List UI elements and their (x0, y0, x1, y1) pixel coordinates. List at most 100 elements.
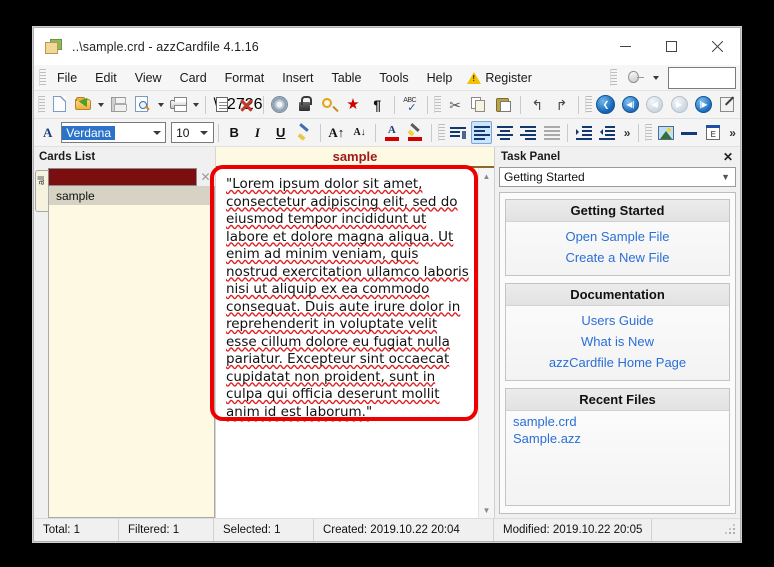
print-dropdown-icon[interactable] (190, 94, 201, 116)
format-painter-icon[interactable] (293, 121, 314, 144)
edit-card-icon[interactable] (717, 93, 739, 116)
link-users-guide[interactable]: Users Guide (506, 310, 729, 331)
find-icon[interactable] (317, 93, 339, 116)
increase-font-size-icon[interactable]: A↑ (326, 121, 347, 144)
maximize-button[interactable] (648, 28, 694, 65)
main-toolbar-grip[interactable] (38, 96, 45, 113)
print-preview-dropdown-icon[interactable] (155, 94, 166, 116)
insert-toolbar-grip[interactable] (645, 124, 653, 141)
task-panel-close-icon[interactable]: ✕ (720, 149, 736, 165)
menu-register[interactable]: Register (461, 68, 541, 88)
align-left-button[interactable] (471, 121, 493, 144)
align-right-button[interactable] (518, 121, 539, 144)
paragraph-toolbar-grip[interactable] (437, 124, 445, 141)
copy-icon[interactable] (468, 93, 490, 116)
editor-scrollbar[interactable]: ▲ ▼ (478, 168, 494, 518)
menu-tools[interactable]: Tools (370, 68, 417, 88)
increase-indent-icon[interactable] (573, 121, 594, 144)
menu-grip[interactable] (39, 69, 46, 86)
align-center-button[interactable] (494, 121, 515, 144)
print-icon[interactable] (167, 93, 189, 116)
cards-filter-input[interactable] (48, 168, 197, 186)
menu-table[interactable]: Table (323, 68, 371, 88)
card-text-editor[interactable]: "Lorem ipsum dolor sit amet, consectetur… (216, 168, 478, 518)
menu-help[interactable]: Help (418, 68, 462, 88)
last-card-icon[interactable]: |▶ (692, 93, 714, 116)
search-mode-dropdown-icon[interactable] (650, 67, 661, 89)
italic-button[interactable]: I (247, 121, 268, 144)
font-dialog-icon[interactable]: A (37, 121, 58, 144)
search-toolbar-grip[interactable] (610, 69, 617, 86)
bold-button[interactable]: B (224, 121, 245, 144)
link-open-sample-file[interactable]: Open Sample File (506, 226, 729, 247)
menu-file[interactable]: File (48, 68, 86, 88)
menu-format[interactable]: Format (216, 68, 274, 88)
lock-icon[interactable] (293, 93, 315, 116)
paragraph-overflow-chevron-icon[interactable]: » (619, 126, 635, 140)
cut-icon[interactable]: ✂ (444, 93, 466, 116)
previous-card-icon[interactable]: ◀ (644, 93, 666, 116)
scroll-up-icon[interactable]: ▲ (479, 168, 494, 184)
first-card-icon[interactable]: ◀| (619, 93, 641, 116)
new-card-icon[interactable]: \u2726 (211, 93, 263, 116)
back-icon[interactable]: ❮ (595, 93, 617, 116)
open-file-dropdown-icon[interactable] (96, 94, 107, 116)
menu-insert[interactable]: Insert (273, 68, 322, 88)
recent-file-sample-crd[interactable]: sample.crd (506, 413, 729, 430)
insert-object-icon[interactable] (702, 121, 723, 144)
card-title-bar[interactable]: sample (216, 147, 494, 166)
insert-line-icon[interactable] (679, 121, 700, 144)
minimize-button[interactable] (602, 28, 648, 65)
link-azzcardfile-home-page[interactable]: azzCardfile Home Page (506, 352, 729, 373)
delete-card-icon[interactable] (235, 93, 257, 116)
font-color-icon[interactable]: A (381, 121, 402, 144)
search-mode-icon[interactable] (623, 66, 646, 89)
text-direction-icon[interactable] (448, 121, 469, 144)
chevron-down-icon[interactable] (148, 123, 165, 142)
insert-overflow-chevron-icon[interactable]: » (724, 126, 740, 140)
decrease-indent-icon[interactable] (596, 121, 617, 144)
link-what-is-new[interactable]: What is New (506, 331, 729, 352)
cards-tab-all[interactable]: all (34, 166, 48, 518)
next-card-icon[interactable]: ▶ (668, 93, 690, 116)
print-preview-icon[interactable] (132, 93, 154, 116)
toolbar-separator (204, 95, 206, 114)
paste-icon[interactable] (493, 93, 515, 116)
decrease-font-size-icon[interactable]: A↓ (349, 121, 370, 144)
resize-grip[interactable] (725, 524, 737, 536)
new-file-icon[interactable] (48, 93, 70, 116)
clear-filter-icon[interactable]: ✕ (197, 168, 214, 186)
search-input[interactable] (668, 66, 736, 89)
save-icon[interactable] (107, 93, 129, 116)
list-item[interactable]: sample (49, 186, 214, 205)
close-button[interactable] (694, 28, 740, 65)
link-create-new-file[interactable]: Create a New File (506, 247, 729, 268)
open-file-icon[interactable] (72, 93, 94, 116)
scroll-track[interactable] (479, 184, 494, 502)
scroll-down-icon[interactable]: ▼ (479, 502, 494, 518)
font-size-combo[interactable]: 10 (171, 122, 214, 143)
clipboard-toolbar-grip[interactable] (433, 96, 441, 113)
underline-button[interactable]: U (270, 121, 291, 144)
favorite-icon[interactable]: ★ (342, 93, 364, 116)
menu-view[interactable]: View (126, 68, 171, 88)
menu-card[interactable]: Card (171, 68, 216, 88)
menu-edit[interactable]: Edit (86, 68, 126, 88)
spellcheck-icon[interactable]: ABC ✓ (400, 93, 422, 116)
recent-file-sample-azz[interactable]: Sample.azz (506, 430, 729, 447)
redo-icon[interactable]: ↱ (550, 93, 572, 116)
chevron-down-icon[interactable]: ▼ (721, 172, 730, 182)
status-total: Total: 1 (34, 519, 119, 541)
options-icon[interactable] (269, 93, 291, 116)
chevron-down-icon[interactable] (196, 123, 213, 142)
card-editor-pane: sample "Lorem ipsum dolor sit amet, cons… (216, 147, 494, 518)
highlight-color-icon[interactable] (405, 121, 426, 144)
font-name-combo[interactable]: Verdana (61, 122, 167, 143)
justify-button[interactable] (541, 121, 562, 144)
insert-image-icon[interactable] (655, 121, 676, 144)
navigation-toolbar-grip[interactable] (584, 96, 592, 113)
task-panel-view-select[interactable]: Getting Started ▼ (499, 166, 736, 188)
cards-listbox[interactable]: sample (48, 186, 215, 518)
paragraph-marks-icon[interactable]: ¶ (366, 93, 388, 116)
undo-icon[interactable]: ↰ (526, 93, 548, 116)
